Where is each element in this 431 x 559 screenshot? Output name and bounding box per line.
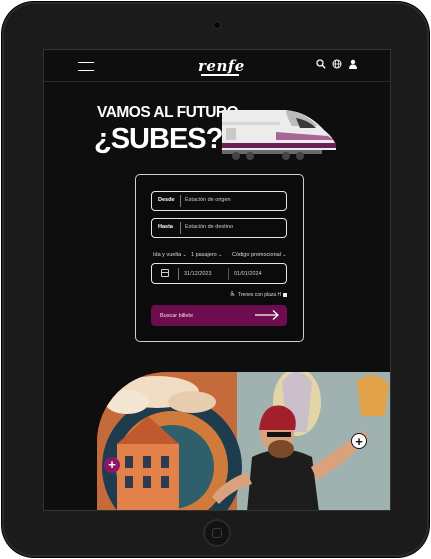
- return-date[interactable]: 01/01/2024: [234, 271, 262, 277]
- origin-label: Desde: [158, 197, 175, 203]
- menu-icon[interactable]: [78, 62, 94, 71]
- top-navigation: renfe: [44, 50, 390, 82]
- tablet-frame: renfe VAMOS AL FUTURO. ¿SUBES? Desde Est…: [2, 2, 429, 557]
- date-picker[interactable]: 31/12/2023 01/01/2024: [151, 263, 287, 284]
- wheelchair-icon: [230, 291, 235, 296]
- arrow-right-icon: [255, 310, 279, 320]
- hero-line-2: ¿SUBES?: [94, 123, 223, 155]
- search-form: Desde Estación de origen Hasta Estación …: [135, 174, 304, 342]
- destination-input[interactable]: Estación de destino: [185, 224, 233, 230]
- passengers-dropdown[interactable]: 1 pasajero: [191, 252, 222, 258]
- destination-label: Hasta: [158, 224, 173, 230]
- trip-type-dropdown[interactable]: Ida y vuelta: [153, 252, 187, 258]
- search-button[interactable]: Buscar billete: [151, 305, 287, 326]
- origin-input[interactable]: Estación de origen: [185, 197, 231, 203]
- user-icon[interactable]: [348, 59, 358, 69]
- app-screen: renfe VAMOS AL FUTURO. ¿SUBES? Desde Est…: [43, 49, 391, 511]
- h-trains-checkbox[interactable]: [283, 292, 288, 297]
- logo-underline: [201, 74, 239, 76]
- promo-illustration: [97, 372, 390, 510]
- globe-icon[interactable]: [332, 59, 342, 69]
- h-trains-option[interactable]: Trenes con plaza H: [230, 291, 288, 298]
- search-button-label: Buscar billete: [160, 313, 194, 319]
- departure-date[interactable]: 31/12/2023: [184, 271, 212, 277]
- promo-code-dropdown[interactable]: Código promocional: [232, 252, 287, 258]
- origin-field[interactable]: Desde Estación de origen: [151, 191, 287, 211]
- calendar-icon: [161, 269, 169, 277]
- expand-icon[interactable]: +: [351, 433, 367, 449]
- add-icon[interactable]: +: [104, 457, 120, 473]
- train-illustration: [222, 110, 336, 160]
- camera-icon: [214, 22, 220, 28]
- destination-field[interactable]: Hasta Estación de destino: [151, 218, 287, 238]
- search-icon[interactable]: [316, 59, 326, 69]
- brand-logo[interactable]: renfe: [198, 57, 245, 75]
- home-button[interactable]: [205, 521, 229, 545]
- h-trains-label: Trenes con plaza H: [238, 292, 282, 298]
